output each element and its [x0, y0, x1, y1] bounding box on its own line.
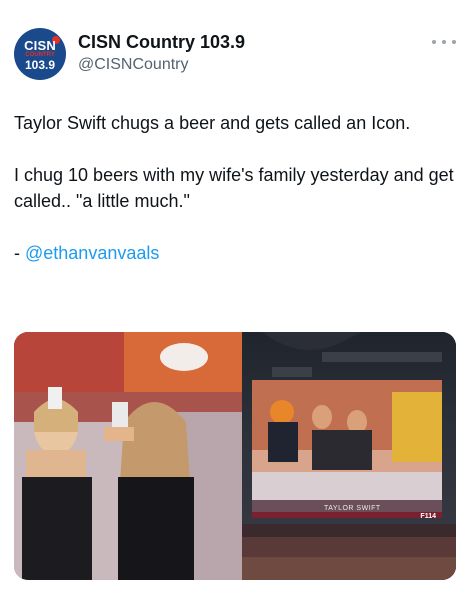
media-image[interactable]: TAYLOR SWIFT F114: [14, 332, 456, 580]
media-left-photo: [14, 332, 242, 580]
more-horizontal-icon[interactable]: [432, 36, 456, 48]
tweet-attribution: - @ethanvanvaals: [14, 240, 454, 266]
avatar[interactable]: CISN COUNTRY 103.9: [14, 28, 66, 80]
attribution-prefix: -: [14, 243, 25, 263]
mention-link[interactable]: @ethanvanvaals: [25, 243, 159, 263]
screen-code-label: F114: [420, 513, 436, 520]
user-handle[interactable]: @CISNCountry: [78, 56, 189, 74]
tweet-card: CISN COUNTRY 103.9 CISN Country 103.9 @C…: [0, 0, 470, 600]
display-name[interactable]: CISN Country 103.9: [78, 32, 245, 53]
tweet-line-2: I chug 10 beers with my wife's family ye…: [14, 165, 454, 211]
screen-caption-label: TAYLOR SWIFT: [324, 505, 381, 512]
tweet-line-1: Taylor Swift chugs a beer and gets calle…: [14, 113, 411, 133]
avatar-logo-top: CISN: [24, 38, 56, 53]
avatar-logo-bottom: 103.9: [24, 58, 56, 72]
stadium-screen-illustration: [242, 332, 456, 580]
tweet-text: Taylor Swift chugs a beer and gets calle…: [14, 110, 454, 266]
stadium-closeup-illustration: [14, 332, 242, 580]
media-right-photo: TAYLOR SWIFT F114: [242, 332, 456, 580]
